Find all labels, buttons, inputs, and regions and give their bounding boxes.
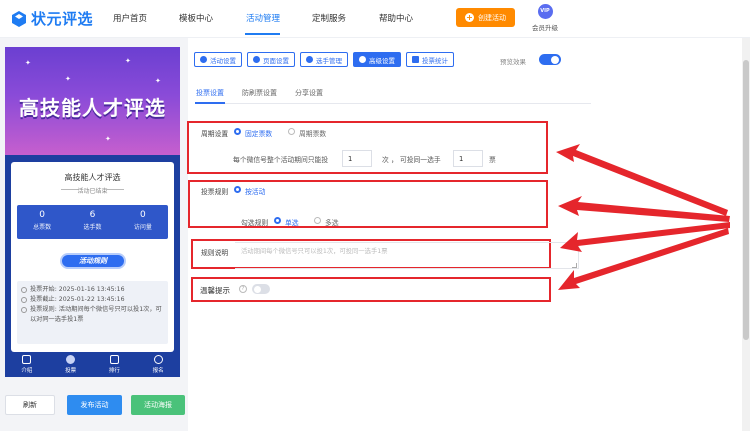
poster-button[interactable]: 活动海报	[131, 395, 185, 415]
sparkle-icon: ✦	[155, 77, 161, 85]
preview-effect-toggle[interactable]	[539, 54, 561, 65]
tab-vote[interactable]: 投票	[49, 352, 93, 377]
clock-icon	[21, 297, 27, 303]
vote-rule-row: 投票规则: 活动期间每个微信号只可以投1次，可以对同一选手投1票	[21, 305, 164, 325]
cycle-votes-label[interactable]: 周期票数	[299, 128, 326, 138]
cycle-settings-label: 周期设置	[201, 130, 229, 138]
vote-limit-text: 每个微信号整个活动期间只能投	[233, 156, 329, 164]
tab-vote-statistics[interactable]: 投票统计	[406, 52, 454, 67]
clock-icon	[21, 287, 27, 293]
by-activity-label[interactable]: 按活动	[245, 186, 265, 196]
tab-activity-settings[interactable]: 活动设置	[194, 52, 242, 67]
vip-icon: VIP	[537, 4, 553, 19]
info-icon	[21, 307, 27, 313]
multiple-choice-label[interactable]: 多选	[325, 217, 339, 227]
radio-fixed-votes[interactable]	[234, 128, 241, 135]
tab-intro[interactable]: 介绍	[5, 352, 49, 377]
nav-user-home[interactable]: 用户首页	[113, 12, 147, 24]
refresh-button[interactable]: 刷新	[5, 395, 55, 415]
check-rule-label: 勾选规则	[241, 219, 269, 227]
activity-status: 活动已结束	[77, 188, 108, 195]
vote-count-input[interactable]: 1	[342, 150, 372, 167]
stats-bar: 0 总票数 6 选手数 0 访问量	[17, 205, 168, 239]
same-contestant-text: 次 ， 可投同一选手	[382, 156, 441, 164]
fixed-votes-label[interactable]: 固定票数	[245, 128, 272, 138]
tab-advanced-settings[interactable]: 高级设置	[353, 52, 401, 67]
brand-logo[interactable]: 状元评选	[10, 8, 93, 29]
gear-icon	[200, 56, 207, 63]
annotation-arrows	[556, 144, 730, 290]
top-navigation-bar: 状元评选 用户首页 模板中心 活动管理 定制服务 帮助中心 + 创建活动 VIP…	[0, 0, 750, 38]
radio-cycle-votes[interactable]	[288, 128, 295, 135]
preview-banner: ✦ ✦ ✦ ✦ ✦ 高技能人才评选	[5, 47, 180, 155]
subtab-anti-fraud[interactable]: 防刷票设置	[242, 88, 277, 98]
rule-description-placeholder: 活动期间每个微信号只可以投1次，可投同一选手1票	[241, 248, 388, 255]
tip-toggle[interactable]	[252, 284, 270, 294]
logo-icon	[12, 10, 26, 27]
gear-icon	[253, 56, 260, 63]
nav-active-indicator	[245, 33, 280, 35]
radio-by-activity[interactable]	[234, 186, 241, 193]
tab-signup[interactable]: 报名	[136, 352, 180, 377]
activity-card: 高技能人才评选 活动已结束 0 总票数 6 选手数 0 访问量 活动规则 投票开…	[11, 162, 174, 352]
banner-title: 高技能人才评选	[19, 96, 166, 120]
tip-label: 温馨提示	[200, 286, 230, 295]
document-icon	[22, 355, 32, 364]
settings-toolbar: 活动设置 页面设置 选手管理 高级设置 投票统计	[194, 52, 459, 67]
vip-upgrade-label: 会员升级	[532, 24, 558, 32]
tab-ranking[interactable]: 排行	[93, 352, 137, 377]
rule-description-label: 规则说明	[201, 249, 229, 257]
vote-end-row: 投票截止: 2025-01-22 13:45:16	[21, 295, 164, 305]
create-activity-button[interactable]: + 创建活动	[456, 8, 515, 27]
radio-single[interactable]	[274, 217, 281, 224]
sliders-icon	[359, 56, 366, 63]
subtab-vote-settings[interactable]: 投票设置	[196, 88, 224, 98]
single-choice-label[interactable]: 单选	[285, 217, 299, 227]
subtab-divider	[195, 103, 591, 104]
mobile-preview: ✦ ✦ ✦ ✦ ✦ 高技能人才评选 高技能人才评选 活动已结束 0 总票数 6 …	[5, 47, 180, 377]
votes-unit-label: 票	[489, 156, 496, 164]
sparkle-icon: ✦	[25, 59, 31, 67]
radio-multiple[interactable]	[314, 217, 321, 224]
brand-name: 状元评选	[31, 10, 94, 28]
arrow-icon	[558, 196, 730, 222]
publish-button[interactable]: 发布活动	[67, 395, 122, 415]
stat-total-votes: 0 总票数	[33, 210, 52, 231]
activity-rules-button[interactable]: 活动规则	[60, 253, 126, 269]
preview-tabbar: 介绍 投票 排行 报名	[5, 352, 180, 377]
ranking-icon	[109, 355, 119, 364]
stat-contestants: 6 选手数	[83, 210, 102, 231]
user-icon	[153, 355, 163, 364]
bar-chart-icon	[412, 56, 419, 63]
preview-effect-label: 预览效果	[500, 58, 526, 66]
subtab-active-indicator	[195, 102, 225, 104]
nav-custom-service[interactable]: 定制服务	[312, 12, 346, 24]
nav-help-center[interactable]: 帮助中心	[379, 12, 413, 24]
activity-info: 投票开始: 2025-01-16 13:45:16 投票截止: 2025-01-…	[17, 281, 168, 344]
sparkle-icon: ✦	[125, 57, 131, 65]
tab-contestant-management[interactable]: 选手管理	[300, 52, 348, 67]
same-contestant-input[interactable]: 1	[453, 150, 483, 167]
vote-icon	[66, 355, 76, 364]
help-icon[interactable]: ?	[239, 285, 247, 293]
users-icon	[306, 56, 313, 63]
nav-activity-management[interactable]: 活动管理	[246, 12, 280, 24]
nav-template-center[interactable]: 模板中心	[179, 12, 213, 24]
stat-visits: 0 访问量	[133, 210, 152, 231]
sparkle-icon: ✦	[105, 135, 111, 143]
sparkle-icon: ✦	[65, 75, 71, 83]
plus-icon: +	[465, 13, 474, 22]
create-activity-label: 创建活动	[478, 13, 506, 22]
activity-title: 高技能人才评选	[64, 173, 121, 182]
tab-page-settings[interactable]: 页面设置	[247, 52, 295, 67]
vote-rule-label: 投票规则	[201, 188, 229, 196]
rule-button-label: 活动规则	[79, 257, 107, 265]
vip-upgrade[interactable]: VIP 会员升级	[525, 4, 565, 32]
settings-subtabs: 投票设置 防刷票设置 分享设置	[196, 88, 341, 98]
scrollbar-thumb[interactable]	[743, 60, 749, 340]
subtab-share-settings[interactable]: 分享设置	[295, 88, 323, 98]
vote-start-row: 投票开始: 2025-01-16 13:45:16	[21, 285, 164, 295]
divider	[106, 189, 124, 190]
